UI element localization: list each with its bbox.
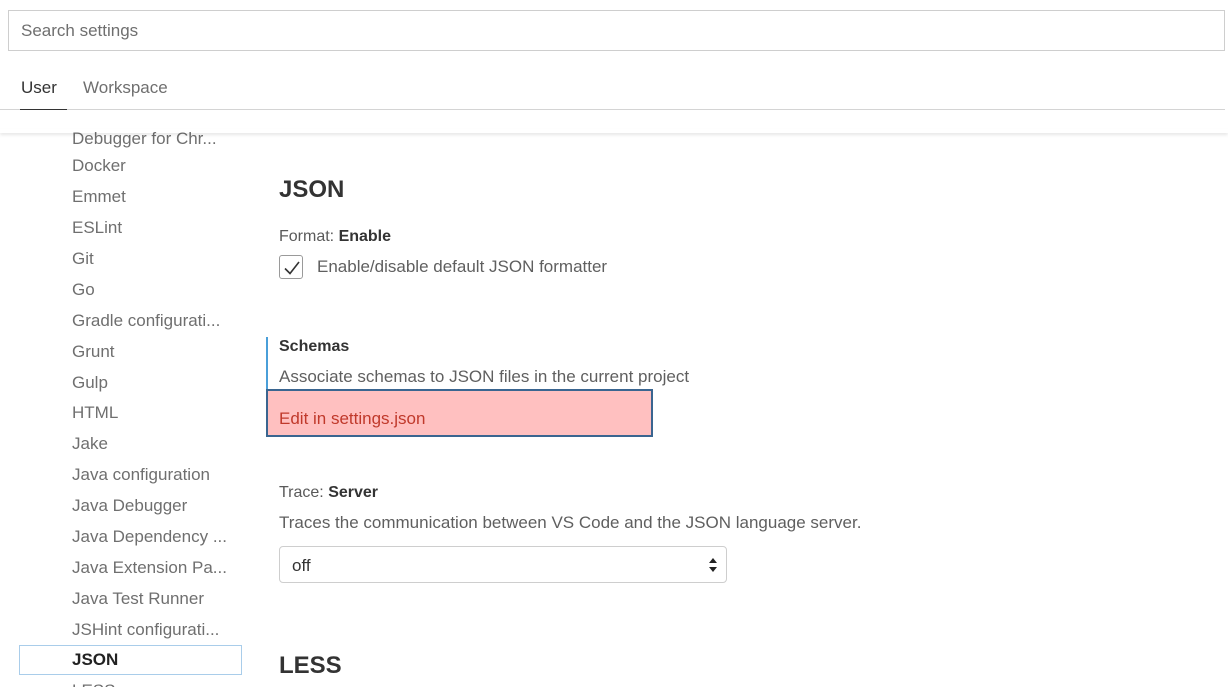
trace-server-label: Trace: Server	[279, 484, 378, 502]
toc-item-java-test-runner[interactable]: Java Test Runner	[72, 586, 242, 612]
toc-item-docker[interactable]: Docker	[72, 153, 242, 179]
settings-editor: User Workspace Debugger for Chr... Docke…	[0, 0, 1228, 687]
schemas-description: Associate schemas to JSON files in the c…	[279, 367, 690, 386]
toc-item-java-extension-pack[interactable]: Java Extension Pa...	[72, 555, 242, 581]
edit-in-settings-json-button[interactable]: Edit in settings.json	[266, 389, 653, 437]
tab-user[interactable]: User	[20, 78, 67, 110]
search-box[interactable]	[8, 10, 1225, 51]
toc-item-grunt[interactable]: Grunt	[72, 339, 242, 365]
toc-item-eslint[interactable]: ESLint	[72, 215, 242, 241]
select-arrows-icon	[709, 558, 717, 572]
toc-item-java-debugger[interactable]: Java Debugger	[72, 493, 242, 519]
check-icon	[284, 261, 300, 275]
toc-item-git[interactable]: Git	[72, 246, 242, 272]
edit-in-settings-json-link[interactable]: Edit in settings.json	[279, 409, 425, 429]
format-enable-description: Enable/disable default JSON formatter	[317, 257, 608, 276]
settings-list: JSON Format: Enable Enable/disable defau…	[250, 130, 1228, 687]
toc-item-json[interactable]: JSON	[19, 645, 242, 675]
settings-toc: Debugger for Chr... Docker Emmet ESLint …	[0, 130, 250, 687]
toc-item-java-dependency[interactable]: Java Dependency ...	[72, 524, 242, 550]
trace-label-prefix: Trace:	[279, 484, 329, 501]
toc-item-gradle[interactable]: Gradle configurati...	[72, 308, 242, 334]
trace-server-select[interactable]: off	[279, 546, 727, 583]
toc-item-emmet[interactable]: Emmet	[72, 184, 242, 210]
toc-item-go[interactable]: Go	[72, 277, 242, 303]
format-label-prefix: Format:	[279, 228, 339, 245]
toc-item-jshint[interactable]: JSHint configurati...	[72, 617, 242, 643]
schemas-label: Schemas	[279, 338, 349, 356]
format-enable-checkbox[interactable]	[279, 255, 303, 279]
schemas-label-name: Schemas	[279, 338, 350, 355]
tab-workspace[interactable]: Workspace	[83, 78, 168, 109]
toc-item-html[interactable]: HTML	[72, 400, 242, 426]
section-title-json: JSON	[279, 176, 345, 203]
trace-server-selected-value: off	[292, 556, 311, 575]
section-title-less: LESS	[279, 652, 342, 679]
toc-item-less[interactable]: LESS	[72, 678, 242, 687]
trace-label-name: Server	[328, 484, 379, 501]
format-enable-label: Format: Enable	[279, 228, 391, 246]
toc-item-gulp[interactable]: Gulp	[72, 370, 242, 396]
toc-item-java-configuration[interactable]: Java configuration	[72, 462, 242, 488]
trace-server-description: Traces the communication between VS Code…	[279, 513, 862, 532]
toc-item-jake[interactable]: Jake	[72, 431, 242, 457]
toc-item-debugger-for-chrome[interactable]: Debugger for Chr...	[72, 130, 242, 152]
settings-tabs: User Workspace	[0, 58, 1225, 110]
search-input[interactable]	[19, 11, 1224, 50]
format-label-name: Enable	[338, 228, 392, 245]
